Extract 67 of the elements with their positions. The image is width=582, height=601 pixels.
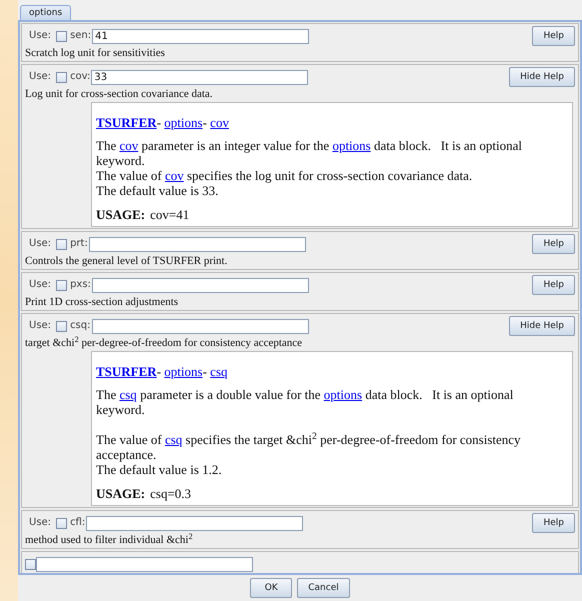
usage-label: USAGE:: [96, 207, 146, 222]
help-button[interactable]: Help: [532, 275, 575, 295]
checkbox[interactable]: [25, 558, 36, 570]
help-text: The default value is 33.: [96, 183, 220, 198]
usage-text: csq=0.3: [150, 486, 192, 501]
link[interactable]: cov: [119, 138, 138, 153]
help-button[interactable]: Help: [532, 234, 575, 254]
option-description: Controls the general level of TSURFER print.: [25, 254, 228, 269]
usage-label: USAGE:: [96, 486, 146, 501]
option-description: Log unit for cross-section covariance data.: [25, 87, 214, 102]
link[interactable]: cov: [164, 168, 184, 183]
help-text: The value of cov specifies the log unit for cross-section covariance data.: [96, 168, 474, 183]
option-description: method used to filter individual &chi$^{2}$: [25, 533, 194, 548]
link[interactable]: options: [324, 387, 362, 402]
link[interactable]: csq: [119, 387, 137, 402]
value-field[interactable]: [36, 556, 253, 572]
option-name: pxs:: [70, 280, 91, 290]
use-label: Use:: [29, 518, 52, 528]
breadcrumb-separator: -: [156, 115, 162, 130]
option-name: csq:: [70, 321, 90, 331]
value-field[interactable]: 33: [91, 70, 308, 84]
root-link[interactable]: TSURFER: [96, 364, 157, 379]
help-text: The value of csq specifies the target &chi$^{2}$ per-degree-of-freedom for consistency acceptance.: [96, 430, 522, 462]
help-text: The default value is 1.2.: [96, 462, 223, 477]
checkbox[interactable]: [56, 238, 68, 250]
help-button[interactable]: Help: [532, 513, 575, 533]
use-label: Use:: [29, 321, 52, 331]
option-name: sen:: [70, 31, 92, 41]
option-name: prt:: [70, 239, 88, 249]
checkbox[interactable]: [56, 280, 68, 290]
link[interactable]: options: [164, 364, 203, 379]
hide-help-button[interactable]: Hide Help: [509, 316, 575, 336]
link[interactable]: cov: [210, 115, 229, 130]
value-field[interactable]: 41: [92, 28, 310, 44]
use-label: Use:: [29, 280, 52, 290]
link[interactable]: csq: [164, 432, 182, 447]
link[interactable]: options: [332, 138, 371, 153]
breadcrumb-separator: -: [156, 364, 162, 379]
help-text: The csq parameter is a double value for the options data block. It is an optional keyword.: [96, 387, 514, 417]
cancel-button[interactable]: Cancel: [297, 578, 350, 598]
option-name: cov:: [70, 72, 90, 82]
option-description: Print 1D cross-section adjustments: [25, 295, 180, 310]
checkbox[interactable]: [56, 320, 68, 332]
breadcrumb-separator: -: [202, 115, 208, 130]
checkbox[interactable]: [56, 518, 68, 528]
use-label: Use:: [29, 72, 52, 82]
option-name: cfl:: [70, 518, 86, 528]
value-field[interactable]: [92, 278, 309, 292]
option-description: Scratch log unit for sensitivities: [25, 46, 166, 61]
value-field[interactable]: [86, 516, 304, 530]
use-label: Use:: [29, 31, 52, 41]
checkbox[interactable]: [56, 30, 68, 42]
value-field[interactable]: [88, 236, 306, 252]
link[interactable]: options: [164, 115, 203, 130]
hide-help-button[interactable]: Hide Help: [509, 67, 575, 87]
use-label: Use:: [29, 239, 52, 249]
tab[interactable]: options: [20, 5, 72, 20]
option-description: target &chi$^{2}$ per-degree-of-freedom for consistency acceptance: [25, 336, 304, 351]
help-button[interactable]: Help: [532, 26, 575, 46]
help-text: The cov parameter is an integer value for the options data block. It is an optional keyword.: [96, 138, 524, 168]
link[interactable]: csq: [210, 364, 228, 379]
breadcrumb-separator: -: [202, 364, 208, 379]
usage-text: cov=41: [150, 207, 190, 222]
value-field[interactable]: [92, 318, 308, 334]
root-link[interactable]: TSURFER: [96, 115, 157, 130]
checkbox[interactable]: [56, 72, 68, 82]
ok-button[interactable]: OK: [250, 578, 292, 598]
